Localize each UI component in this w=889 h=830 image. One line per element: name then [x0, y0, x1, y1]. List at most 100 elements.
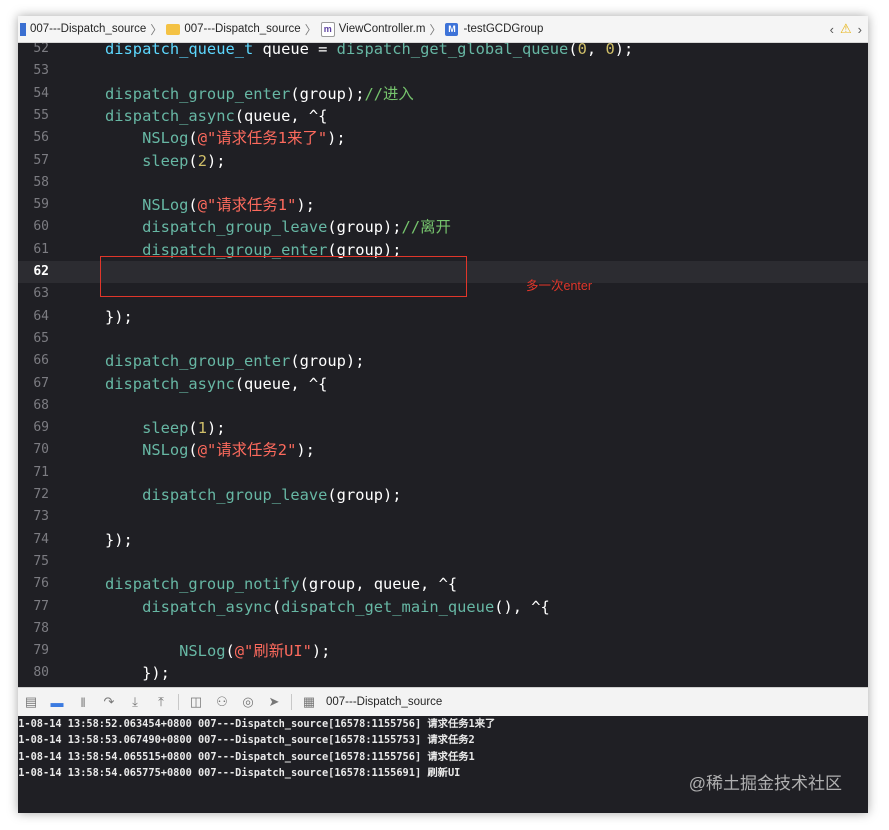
breadcrumb-folder[interactable]: 007---Dispatch_source	[166, 23, 301, 35]
code-editor[interactable]: 52 dispatch_queue_t queue = dispatch_get_…	[18, 43, 868, 687]
code-line[interactable]: 74});	[18, 529, 868, 551]
code-line[interactable]: 64});	[18, 306, 868, 328]
code-text: NSLog(@"请求任务1来了");	[105, 127, 346, 149]
step-over-icon[interactable]: ↷	[96, 694, 122, 710]
hide-debug-area-icon[interactable]: ▤	[18, 694, 44, 710]
code-token: (	[225, 642, 235, 661]
chevron-left-icon[interactable]: ‹	[830, 22, 834, 37]
code-token: @"请求任务1"	[197, 196, 297, 215]
warning-icon[interactable]: ⚠	[840, 21, 852, 37]
code-token: (	[568, 43, 578, 58]
step-into-icon[interactable]: ⤓	[122, 694, 148, 710]
line-number[interactable]: 72	[18, 484, 49, 506]
code-token: NSLog	[142, 441, 189, 460]
code-text: sleep(1);	[105, 417, 225, 439]
line-number[interactable]: 76	[18, 573, 49, 595]
code-text: dispatch_async(queue, ^{	[105, 373, 327, 395]
chevron-right-icon[interactable]: ›	[858, 22, 862, 37]
code-line[interactable]: 69 sleep(1);	[18, 417, 868, 439]
code-token: (group);	[290, 84, 365, 103]
code-line[interactable]: 75	[18, 551, 868, 573]
code-line[interactable]: 78	[18, 618, 868, 640]
line-number[interactable]: 53	[18, 60, 49, 82]
code-line[interactable]: 67 dispatch_async(queue, ^{	[18, 373, 868, 395]
breadcrumb-project[interactable]: 007---Dispatch_source	[20, 22, 147, 36]
code-line[interactable]: 70 NSLog(@"请求任务2");	[18, 439, 868, 461]
code-token: (group);	[290, 352, 365, 371]
line-number[interactable]: 66	[18, 350, 49, 372]
jump-bar-controls: ‹ ⚠ ›	[830, 16, 862, 42]
console-output[interactable]: 21-08-14 13:58:52.063454+0800 007---Disp…	[18, 716, 868, 813]
code-line[interactable]: 59 NSLog(@"请求任务1");	[18, 194, 868, 216]
code-line[interactable]: 54 dispatch_group_enter(group);//进入	[18, 83, 868, 105]
objc-file-icon: m	[320, 21, 335, 37]
code-line[interactable]: 58	[18, 172, 868, 194]
line-number[interactable]: 54	[18, 83, 49, 105]
code-line[interactable]: 53	[18, 60, 868, 82]
code-line[interactable]: 60 dispatch_group_leave(group);//离开	[18, 216, 868, 238]
line-number[interactable]: 55	[18, 105, 49, 127]
line-number[interactable]: 58	[18, 172, 49, 194]
line-number[interactable]: 79	[18, 640, 49, 662]
line-number[interactable]: 56	[18, 127, 49, 149]
view-hierarchy-icon[interactable]: ◫	[183, 694, 209, 710]
line-number[interactable]: 57	[18, 150, 49, 172]
line-number[interactable]: 78	[18, 618, 49, 640]
code-line[interactable]: 72 dispatch_group_leave(group);	[18, 484, 868, 506]
simulate-location-icon[interactable]: ➤	[261, 694, 287, 710]
code-text: NSLog(@"刷新UI");	[105, 640, 330, 662]
line-number[interactable]: 62	[18, 261, 49, 283]
code-token: (	[188, 441, 198, 460]
line-number[interactable]: 71	[18, 462, 49, 484]
code-line[interactable]: 52 dispatch_queue_t queue = dispatch_get_…	[18, 43, 868, 60]
breakpoints-toggle-icon[interactable]: ▬	[44, 695, 70, 710]
line-number[interactable]: 63	[18, 283, 49, 305]
code-token: (), ^{	[494, 597, 550, 616]
line-number[interactable]: 52	[18, 43, 49, 60]
line-number[interactable]: 68	[18, 395, 49, 417]
debug-toolbar: ▤ ▬ ‖ ↷ ⤓ ⤒ ◫ ⚇ ◎ ➤ ▦ 007---Dispatch_sou…	[18, 687, 868, 717]
toolbar-divider	[178, 694, 179, 710]
pause-icon[interactable]: ‖	[70, 695, 96, 710]
code-line[interactable]: 80 });	[18, 662, 868, 684]
line-number[interactable]: 75	[18, 551, 49, 573]
code-token: dispatch_async	[142, 597, 272, 616]
line-number[interactable]: 65	[18, 328, 49, 350]
code-token: });	[105, 530, 133, 549]
code-line[interactable]: 68	[18, 395, 868, 417]
line-number[interactable]: 67	[18, 373, 49, 395]
breadcrumb-project-label: 007---Dispatch_source	[30, 23, 147, 35]
code-line[interactable]: 79 NSLog(@"刷新UI");	[18, 640, 868, 662]
environment-overrides-icon[interactable]: ◎	[235, 694, 261, 710]
memory-graph-icon[interactable]: ⚇	[209, 694, 235, 710]
breadcrumb-file[interactable]: m ViewController.m	[320, 21, 425, 37]
code-line[interactable]: 77 dispatch_async(dispatch_get_main_queu…	[18, 596, 868, 618]
breadcrumb-method[interactable]: M -testGCDGroup	[445, 22, 543, 36]
line-number[interactable]: 80	[18, 662, 49, 684]
code-line[interactable]: 71	[18, 462, 868, 484]
line-number[interactable]: 64	[18, 306, 49, 328]
line-number[interactable]: 61	[18, 239, 49, 261]
line-number[interactable]: 70	[18, 439, 49, 461]
code-line[interactable]: 65	[18, 328, 868, 350]
code-line[interactable]: 55 dispatch_async(queue, ^{	[18, 105, 868, 127]
code-token: (	[188, 129, 198, 148]
line-number[interactable]: 60	[18, 216, 49, 238]
code-line[interactable]: 76 dispatch_group_notify(group, queue, ^{	[18, 573, 868, 595]
code-line[interactable]: 57 sleep(2);	[18, 150, 868, 172]
line-number[interactable]: 74	[18, 529, 49, 551]
line-number[interactable]: 73	[18, 506, 49, 528]
line-number[interactable]: 77	[18, 596, 49, 618]
line-number[interactable]: 59	[18, 194, 49, 216]
code-line[interactable]: 56 NSLog(@"请求任务1来了");	[18, 127, 868, 149]
step-out-icon[interactable]: ⤒	[148, 694, 174, 710]
line-number[interactable]: 69	[18, 417, 49, 439]
code-line[interactable]: 66 dispatch_group_enter(group);	[18, 350, 868, 372]
code-token: dispatch_get_main_queue	[281, 597, 495, 616]
code-token: dispatch_group_enter	[105, 84, 291, 103]
code-line[interactable]: 73	[18, 506, 868, 528]
